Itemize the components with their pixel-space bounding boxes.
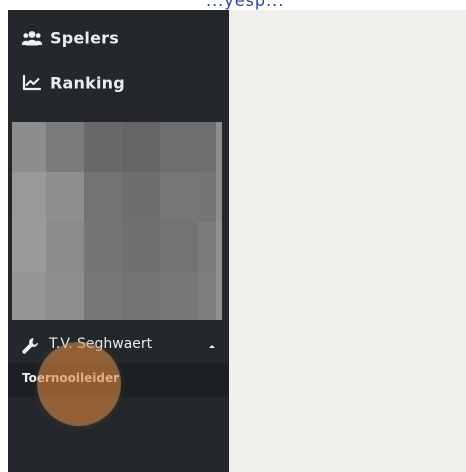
pixel-block [46,222,84,272]
pixel-block [12,122,46,172]
users-icon [20,26,44,50]
screen: ...yesp... Spelers Ranking T.V. Seghwaer… [0,0,466,472]
sidebar-item-spelers[interactable]: Spelers [8,16,229,60]
pixel-block [216,272,222,320]
pixel-block [198,222,216,272]
pixel-block [160,172,198,222]
pixel-block [122,172,160,222]
main-content [229,10,466,472]
chart-line-icon [20,71,44,95]
pixel-block [12,222,46,272]
sidebar: Spelers Ranking T.V. Seghwaert [8,10,229,472]
pixel-block [84,272,122,320]
pixel-block [122,272,160,320]
top-partial-text: ...yesp... [206,0,285,10]
pixel-block [12,272,46,320]
sidebar-item-label: Ranking [50,73,125,93]
pixel-block [84,122,122,172]
pixel-block [160,122,198,172]
pixel-block [46,122,84,172]
pixelated-image [12,122,222,320]
pixel-block [122,222,160,272]
wrench-icon [20,336,40,356]
pixel-block [160,272,198,320]
pixel-block [198,122,216,172]
pixel-block [198,272,216,320]
pixel-block [84,222,122,272]
pixel-block [198,172,216,222]
pixel-block [216,122,222,172]
pixel-block [160,222,198,272]
pixel-block [122,122,160,172]
sidebar-item-club[interactable]: T.V. Seghwaert [8,330,229,362]
pixel-block [216,222,222,272]
pixel-block [216,172,222,222]
sidebar-item-ranking[interactable]: Ranking [8,61,229,105]
caret-up-icon[interactable] [207,339,217,349]
pixelated-image-grid [12,122,222,320]
pixel-block [46,172,84,222]
sidebar-item-label: Spelers [50,28,119,48]
click-highlight [41,346,117,422]
pixel-block [84,172,122,222]
pixel-block [46,272,84,320]
pixel-block [12,172,46,222]
